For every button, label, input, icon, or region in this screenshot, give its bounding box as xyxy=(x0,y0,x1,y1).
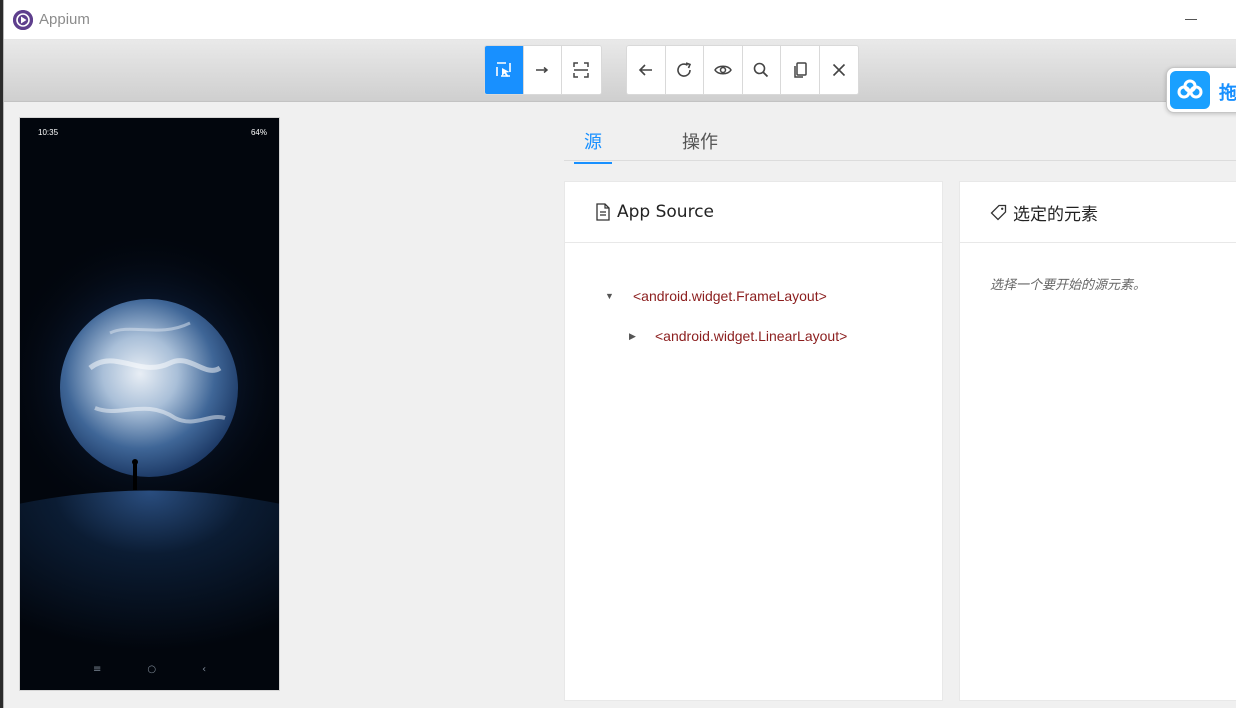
mode-button-group xyxy=(484,45,602,95)
app-title: Appium xyxy=(39,11,90,28)
appium-window: Appium 拖 10:35 64% ≡ ○ ‹ 源 操作 App Source… xyxy=(3,0,1236,708)
selected-element-title: 选定的元素 xyxy=(1013,204,1098,225)
action-button-group xyxy=(626,45,859,95)
app-source-header: App Source xyxy=(565,182,942,243)
swipe-by-coordinates-button[interactable] xyxy=(523,46,562,94)
inspector-tabs: 源 操作 xyxy=(564,118,1236,164)
select-cursor-icon xyxy=(495,62,511,77)
tree-node-linearlayout[interactable]: ▶ <android.widget.LinearLayout> xyxy=(629,328,847,344)
refresh-button[interactable] xyxy=(665,46,704,94)
tree-node-framelayout[interactable]: ▼ <android.widget.FrameLayout> xyxy=(605,288,827,304)
menu-nav-icon[interactable]: ≡ xyxy=(93,664,101,680)
crop-frame-icon xyxy=(573,62,589,78)
cloud-icon xyxy=(1170,71,1210,109)
file-icon xyxy=(596,203,610,221)
title-bar: Appium xyxy=(4,0,1236,40)
selected-element-placeholder: 选择一个要开始的源元素。 xyxy=(990,278,1147,293)
selected-element-panel: 选定的元素 选择一个要开始的源元素。 xyxy=(959,181,1236,701)
search-button[interactable] xyxy=(742,46,781,94)
tab-actions[interactable]: 操作 xyxy=(672,128,728,162)
back-nav-icon[interactable]: ‹ xyxy=(202,664,206,680)
refresh-icon xyxy=(677,62,692,77)
selected-element-header: 选定的元素 xyxy=(960,182,1236,243)
tap-by-coordinates-button[interactable] xyxy=(562,46,601,94)
close-icon xyxy=(832,63,845,77)
device-nav-bar: ≡ ○ ‹ xyxy=(20,664,279,680)
copy-button[interactable] xyxy=(781,46,820,94)
tree-node-label[interactable]: <android.widget.LinearLayout> xyxy=(655,328,847,344)
app-source-panel: App Source ▼ <android.widget.FrameLayout… xyxy=(564,181,943,701)
close-session-button[interactable] xyxy=(819,46,858,94)
device-status-bar: 10:35 64% xyxy=(20,118,279,144)
inspector-toolbar xyxy=(4,40,1236,102)
caret-right-icon[interactable]: ▶ xyxy=(629,331,643,342)
back-button[interactable] xyxy=(627,46,666,94)
toggle-visibility-button[interactable] xyxy=(704,46,743,94)
tag-icon xyxy=(990,204,1007,220)
device-time: 10:35 xyxy=(38,128,59,137)
baidu-netdisk-float-button[interactable]: 拖 xyxy=(1166,67,1236,113)
minimize-button[interactable] xyxy=(1180,8,1202,30)
app-source-title: App Source xyxy=(617,202,715,222)
baidu-float-label: 拖 xyxy=(1219,83,1236,104)
device-battery-level: 64% xyxy=(250,128,267,137)
arrow-right-icon xyxy=(536,66,549,74)
tree-node-label[interactable]: <android.widget.FrameLayout> xyxy=(633,288,827,304)
earth-wallpaper-image xyxy=(20,118,279,690)
home-nav-icon[interactable]: ○ xyxy=(147,664,156,680)
caret-down-icon[interactable]: ▼ xyxy=(605,291,619,301)
device-screenshot[interactable]: 10:35 64% ≡ ○ ‹ xyxy=(20,118,279,690)
arrow-left-icon xyxy=(638,64,652,76)
appium-logo-icon xyxy=(13,10,33,30)
copy-icon xyxy=(794,62,807,78)
tab-source[interactable]: 源 xyxy=(574,128,612,164)
search-icon xyxy=(753,62,769,78)
select-elements-button[interactable] xyxy=(485,46,524,94)
eye-icon xyxy=(713,65,732,75)
